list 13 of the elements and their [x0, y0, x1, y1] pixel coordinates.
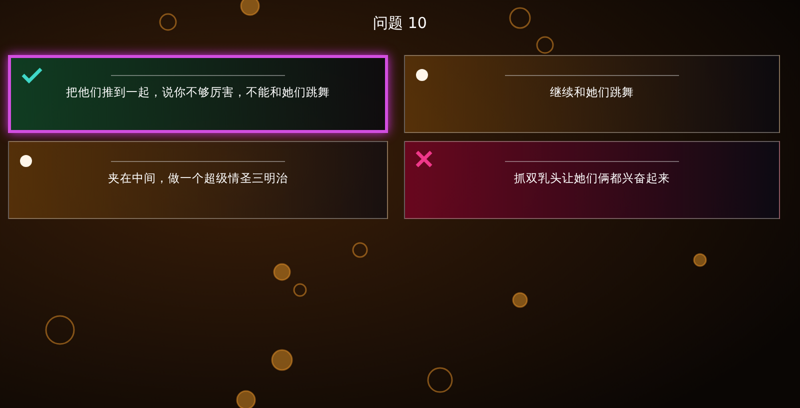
dot-icon: [19, 154, 33, 168]
cross-icon: [415, 150, 433, 168]
check-icon: [21, 66, 43, 84]
question-title: 问题 10: [373, 14, 427, 34]
dot-icon: [415, 68, 429, 82]
answer-option[interactable]: 继续和她们跳舞: [404, 55, 780, 133]
answer-text: 继续和她们跳舞: [550, 85, 634, 100]
answer-text: 把他们推到一起，说你不够厉害，不能和她们跳舞: [66, 85, 330, 100]
answer-option[interactable]: 抓双乳头让她们俩都兴奋起来: [404, 141, 780, 219]
answer-text: 抓双乳头让她们俩都兴奋起来: [514, 171, 670, 186]
answer-option[interactable]: 把他们推到一起，说你不够厉害，不能和她们跳舞: [8, 55, 388, 133]
answer-text: 夹在中间，做一个超级情圣三明治: [108, 171, 288, 186]
answer-option[interactable]: 夹在中间，做一个超级情圣三明治: [8, 141, 388, 219]
